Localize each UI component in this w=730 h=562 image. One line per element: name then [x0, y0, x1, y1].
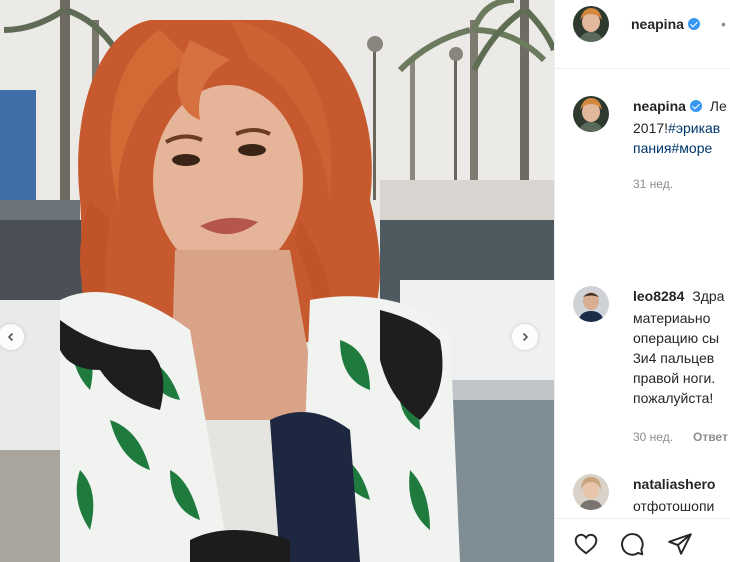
comment-2-line: отфотошопи: [633, 498, 715, 514]
caption-line-2: 2017!#эрикав: [633, 118, 720, 138]
comment-1-line: операцию сы: [633, 330, 720, 346]
caption-text-year: 2017!: [633, 120, 669, 136]
comment-icon[interactable]: [619, 531, 645, 557]
commenter-avatar[interactable]: [573, 286, 609, 322]
post-side-panel: neapina • neapina Ле 2017!#эрикав пания#…: [554, 0, 730, 562]
author-username-link[interactable]: neapina: [631, 16, 700, 32]
caption-line-3: пания#море: [633, 138, 712, 158]
reply-button[interactable]: Ответ: [693, 430, 728, 444]
hashtag-link[interactable]: #море: [672, 140, 713, 156]
post-action-bar: [555, 518, 730, 562]
caption-tag-part[interactable]: пания: [633, 140, 672, 156]
post-photo[interactable]: [0, 0, 554, 562]
share-icon[interactable]: [667, 531, 693, 557]
chevron-left-icon: [7, 332, 14, 342]
caption-timestamp[interactable]: 31 нед.: [633, 177, 673, 191]
hashtag-link[interactable]: #эрикав: [668, 120, 720, 136]
commenter-username[interactable]: leo8284: [633, 288, 684, 304]
comment-1-line: 3и4 пальцев: [633, 350, 715, 366]
caption-text-start: Ле: [709, 98, 727, 114]
comment-1-line: пожалуйста!: [633, 390, 714, 406]
comment-1-timestamp[interactable]: 30 нед.: [633, 430, 673, 444]
next-photo-button[interactable]: [512, 324, 538, 350]
caption-author-avatar[interactable]: [573, 96, 609, 132]
caption-username-link[interactable]: neapina Ле: [633, 98, 727, 114]
header-separator: •: [721, 16, 726, 32]
chevron-right-icon: [522, 332, 529, 342]
comment-1-text-start: Здра: [692, 288, 725, 304]
post-header: neapina •: [555, 0, 730, 69]
verified-badge-icon: [687, 18, 700, 30]
comment-1-header: leo8284 Здра: [633, 288, 724, 304]
commenter-username[interactable]: nataliashero: [633, 476, 715, 492]
heart-icon[interactable]: [573, 531, 599, 557]
verified-badge-icon: [689, 100, 702, 112]
commenter-avatar[interactable]: [573, 474, 609, 510]
caption-username[interactable]: neapina: [633, 98, 686, 114]
comment-1-line: материаьно: [633, 310, 711, 326]
photo-illustration: [0, 0, 554, 562]
author-username[interactable]: neapina: [631, 16, 684, 32]
author-avatar[interactable]: [573, 6, 609, 42]
comment-1-line: правой ноги.: [633, 370, 716, 386]
